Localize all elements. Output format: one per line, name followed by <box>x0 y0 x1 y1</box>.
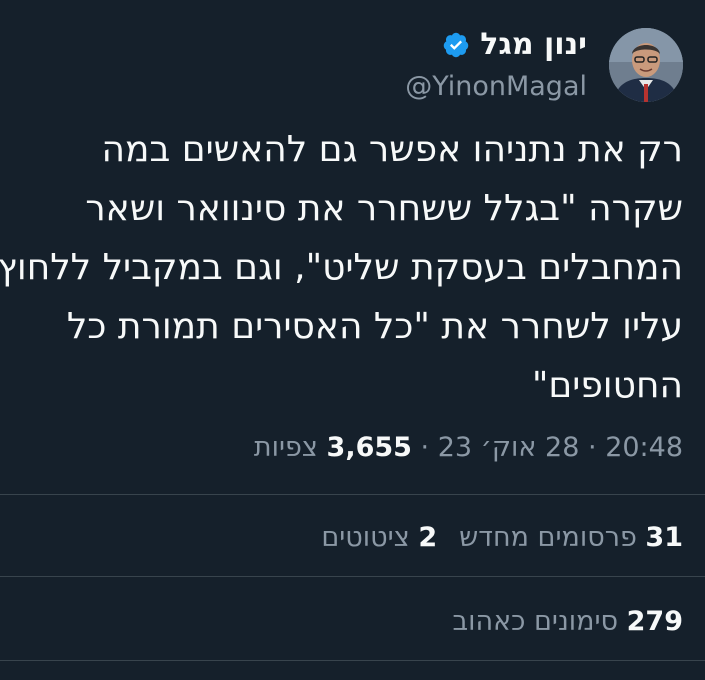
quotes-count: 2 <box>418 522 438 553</box>
tweet-time[interactable]: 20:48 <box>605 432 683 463</box>
retweets-label: פרסומים מחדש <box>459 522 637 553</box>
engagement-stats-row: 31 פרסומים מחדש 2 ציטוטים <box>321 518 683 558</box>
tweet-text-line: החטופים" <box>531 365 683 406</box>
likes-stat[interactable]: 279 סימונים כאהוב <box>452 606 683 637</box>
tweet-text-line: המחבלים בעסקת שליט", וגם במקביל ללחוץ <box>0 247 683 288</box>
tweet-meta: 20:48 · 28 אוק׳ 23 · 3,655 צפיות <box>254 428 683 468</box>
meta-separator: · <box>420 432 430 463</box>
author-name-row: ינון מגל <box>442 26 587 64</box>
views-label: צפיות <box>253 432 318 463</box>
retweets-stat[interactable]: 31 פרסומים מחדש <box>459 522 683 553</box>
tweet-text-line: רק את נתניהו אפשר גם להאשים במה <box>101 129 683 170</box>
tweet-date[interactable]: 28 אוק׳ 23 <box>438 432 580 463</box>
retweets-count: 31 <box>645 522 683 553</box>
author-handle[interactable]: @YinonMagal <box>405 70 587 104</box>
likes-count: 279 <box>626 606 683 637</box>
tweet-text-line: עליו לשחרר את "כל האסירים תמורת כל <box>66 306 683 347</box>
divider <box>0 576 705 577</box>
meta-separator: · <box>588 432 597 463</box>
views-count: 3,655 <box>326 432 412 463</box>
avatar[interactable] <box>609 28 683 102</box>
divider <box>0 660 705 661</box>
display-name[interactable]: ינון מגל <box>480 26 587 64</box>
quotes-stat[interactable]: 2 ציטוטים <box>321 522 437 553</box>
divider <box>0 494 705 495</box>
quotes-label: ציטוטים <box>321 522 410 553</box>
tweet-card: ינון מגל @YinonMagal רק את נתניהו אפשר ג… <box>0 0 705 680</box>
profile-photo-icon <box>609 28 683 102</box>
tweet-text-line: שקרה "בגלל ששחרר את סינוואר ושאר <box>85 188 683 229</box>
verified-badge-icon <box>442 31 470 59</box>
likes-stats-row: 279 סימונים כאהוב <box>452 602 683 642</box>
tweet-text: רק את נתניהו אפשר גם להאשים במה שקרה "בג… <box>0 120 683 415</box>
likes-label: סימונים כאהוב <box>452 606 619 637</box>
